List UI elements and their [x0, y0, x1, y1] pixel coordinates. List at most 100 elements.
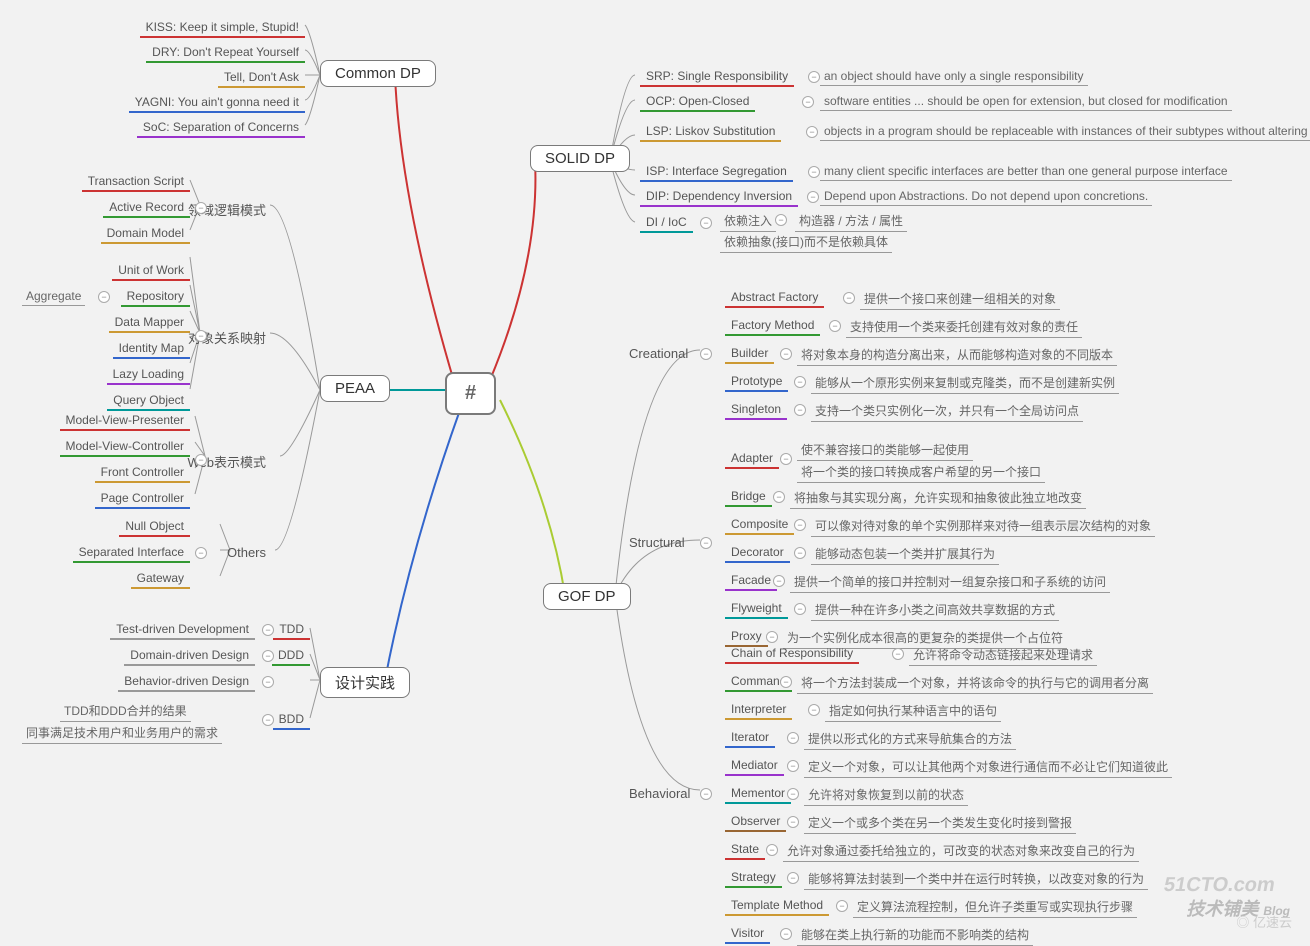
leaf-node[interactable]: Page Controller: [95, 489, 190, 509]
collapse-toggle[interactable]: −: [794, 547, 806, 559]
collapse-toggle[interactable]: −: [766, 844, 778, 856]
leaf-node[interactable]: Prototype: [725, 372, 788, 392]
collapse-toggle[interactable]: −: [794, 404, 806, 416]
collapse-toggle[interactable]: −: [262, 650, 274, 662]
collapse-toggle[interactable]: −: [808, 704, 820, 716]
collapse-toggle[interactable]: −: [780, 928, 792, 940]
collapse-toggle[interactable]: −: [794, 603, 806, 615]
leaf-node[interactable]: State: [725, 840, 765, 860]
leaf-node[interactable]: Separated Interface: [73, 543, 190, 563]
leaf-node[interactable]: Transaction Script: [82, 172, 190, 192]
collapse-toggle[interactable]: −: [836, 900, 848, 912]
leaf-node[interactable]: Iterator: [725, 728, 775, 748]
leaf-node[interactable]: Chain of Responsibility: [725, 644, 859, 664]
leaf-node[interactable]: Test-driven Development: [110, 620, 255, 640]
collapse-toggle[interactable]: −: [892, 648, 904, 660]
topic-peaa[interactable]: PEAA: [320, 375, 390, 402]
leaf-node[interactable]: DI / IoC: [640, 213, 693, 233]
collapse-toggle[interactable]: −: [787, 872, 799, 884]
collapse-toggle[interactable]: −: [700, 348, 712, 360]
leaf-node[interactable]: Adapter: [725, 449, 779, 469]
collapse-toggle[interactable]: −: [195, 454, 207, 466]
topic-common-dp[interactable]: Common DP: [320, 60, 436, 87]
leaf-node[interactable]: Repository: [121, 287, 190, 307]
leaf-node[interactable]: ISP: Interface Segregation: [640, 162, 793, 182]
leaf-node[interactable]: KISS: Keep it simple, Stupid!: [140, 18, 305, 38]
leaf-node[interactable]: Abstract Factory: [725, 288, 824, 308]
leaf-node[interactable]: Null Object: [119, 517, 190, 537]
leaf-node[interactable]: DRY: Don't Repeat Yourself: [146, 43, 305, 63]
collapse-toggle[interactable]: −: [262, 714, 274, 726]
leaf-node[interactable]: TDD: [273, 620, 310, 640]
leaf-node[interactable]: Domain Model: [101, 224, 190, 244]
collapse-toggle[interactable]: −: [787, 788, 799, 800]
collapse-toggle[interactable]: −: [787, 760, 799, 772]
leaf-node[interactable]: SoC: Separation of Concerns: [137, 118, 305, 138]
leaf-node[interactable]: Lazy Loading: [107, 365, 190, 385]
collapse-toggle[interactable]: −: [829, 320, 841, 332]
leaf-node[interactable]: Flyweight: [725, 599, 788, 619]
collapse-toggle[interactable]: −: [808, 71, 820, 83]
root-node[interactable]: #: [445, 372, 496, 415]
collapse-toggle[interactable]: −: [808, 166, 820, 178]
collapse-toggle[interactable]: −: [195, 547, 207, 559]
leaf-node[interactable]: Mementor: [725, 784, 791, 804]
collapse-toggle[interactable]: −: [195, 330, 207, 342]
leaf-node[interactable]: Visitor: [725, 924, 770, 944]
collapse-toggle[interactable]: −: [780, 348, 792, 360]
collapse-toggle[interactable]: −: [700, 537, 712, 549]
leaf-node[interactable]: Front Controller: [95, 463, 190, 483]
leaf-node[interactable]: SRP: Single Responsibility: [640, 67, 794, 87]
collapse-toggle[interactable]: −: [700, 788, 712, 800]
collapse-toggle[interactable]: −: [806, 126, 818, 138]
collapse-toggle[interactable]: −: [794, 376, 806, 388]
collapse-toggle[interactable]: −: [843, 292, 855, 304]
leaf-node[interactable]: Model-View-Controller: [60, 437, 191, 457]
topic-solid-dp[interactable]: SOLID DP: [530, 145, 630, 172]
collapse-toggle[interactable]: −: [780, 676, 792, 688]
collapse-toggle[interactable]: −: [780, 453, 792, 465]
leaf-node[interactable]: Query Object: [107, 391, 190, 411]
leaf-node[interactable]: Factory Method: [725, 316, 820, 336]
leaf-node[interactable]: Data Mapper: [109, 313, 190, 333]
collapse-toggle[interactable]: −: [794, 519, 806, 531]
leaf-node[interactable]: Composite: [725, 515, 794, 535]
leaf-node[interactable]: Strategy: [725, 868, 782, 888]
leaf-node[interactable]: Observer: [725, 812, 786, 832]
collapse-toggle[interactable]: −: [773, 491, 785, 503]
collapse-toggle[interactable]: −: [773, 575, 785, 587]
topic-gof-dp[interactable]: GOF DP: [543, 583, 631, 610]
leaf-node[interactable]: Singleton: [725, 400, 787, 420]
collapse-toggle[interactable]: −: [802, 96, 814, 108]
leaf-node[interactable]: Template Method: [725, 896, 829, 916]
leaf-node[interactable]: Tell, Don't Ask: [218, 68, 305, 88]
leaf-node[interactable]: Active Record: [103, 198, 190, 218]
collapse-toggle[interactable]: −: [262, 624, 274, 636]
leaf-node[interactable]: Interpreter: [725, 700, 792, 720]
leaf-node[interactable]: Identity Map: [113, 339, 190, 359]
collapse-toggle[interactable]: −: [98, 291, 110, 303]
collapse-toggle[interactable]: −: [195, 202, 207, 214]
leaf-node[interactable]: Mediator: [725, 756, 784, 776]
collapse-toggle[interactable]: −: [766, 631, 778, 643]
leaf-node[interactable]: Facade: [725, 571, 777, 591]
collapse-toggle[interactable]: −: [262, 676, 274, 688]
leaf-node[interactable]: Unit of Work: [112, 261, 190, 281]
leaf-node[interactable]: LSP: Liskov Substitution: [640, 122, 781, 142]
topic-practice[interactable]: 设计实践: [320, 667, 410, 698]
leaf-node[interactable]: BDD: [273, 710, 310, 730]
leaf-node[interactable]: Behavior-driven Design: [118, 672, 255, 692]
leaf-node[interactable]: Gateway: [131, 569, 190, 589]
leaf-node[interactable]: Builder: [725, 344, 774, 364]
leaf-node[interactable]: Domain-driven Design: [124, 646, 255, 666]
collapse-toggle[interactable]: −: [787, 816, 799, 828]
leaf-node[interactable]: DDD: [272, 646, 310, 666]
collapse-toggle[interactable]: −: [775, 214, 787, 226]
leaf-node[interactable]: Bridge: [725, 487, 772, 507]
collapse-toggle[interactable]: −: [787, 732, 799, 744]
leaf-node[interactable]: Decorator: [725, 543, 790, 563]
leaf-node[interactable]: Model-View-Presenter: [60, 411, 191, 431]
leaf-node[interactable]: YAGNI: You ain't gonna need it: [129, 93, 305, 113]
leaf-node[interactable]: DIP: Dependency Inversion: [640, 187, 798, 207]
collapse-toggle[interactable]: −: [700, 217, 712, 229]
